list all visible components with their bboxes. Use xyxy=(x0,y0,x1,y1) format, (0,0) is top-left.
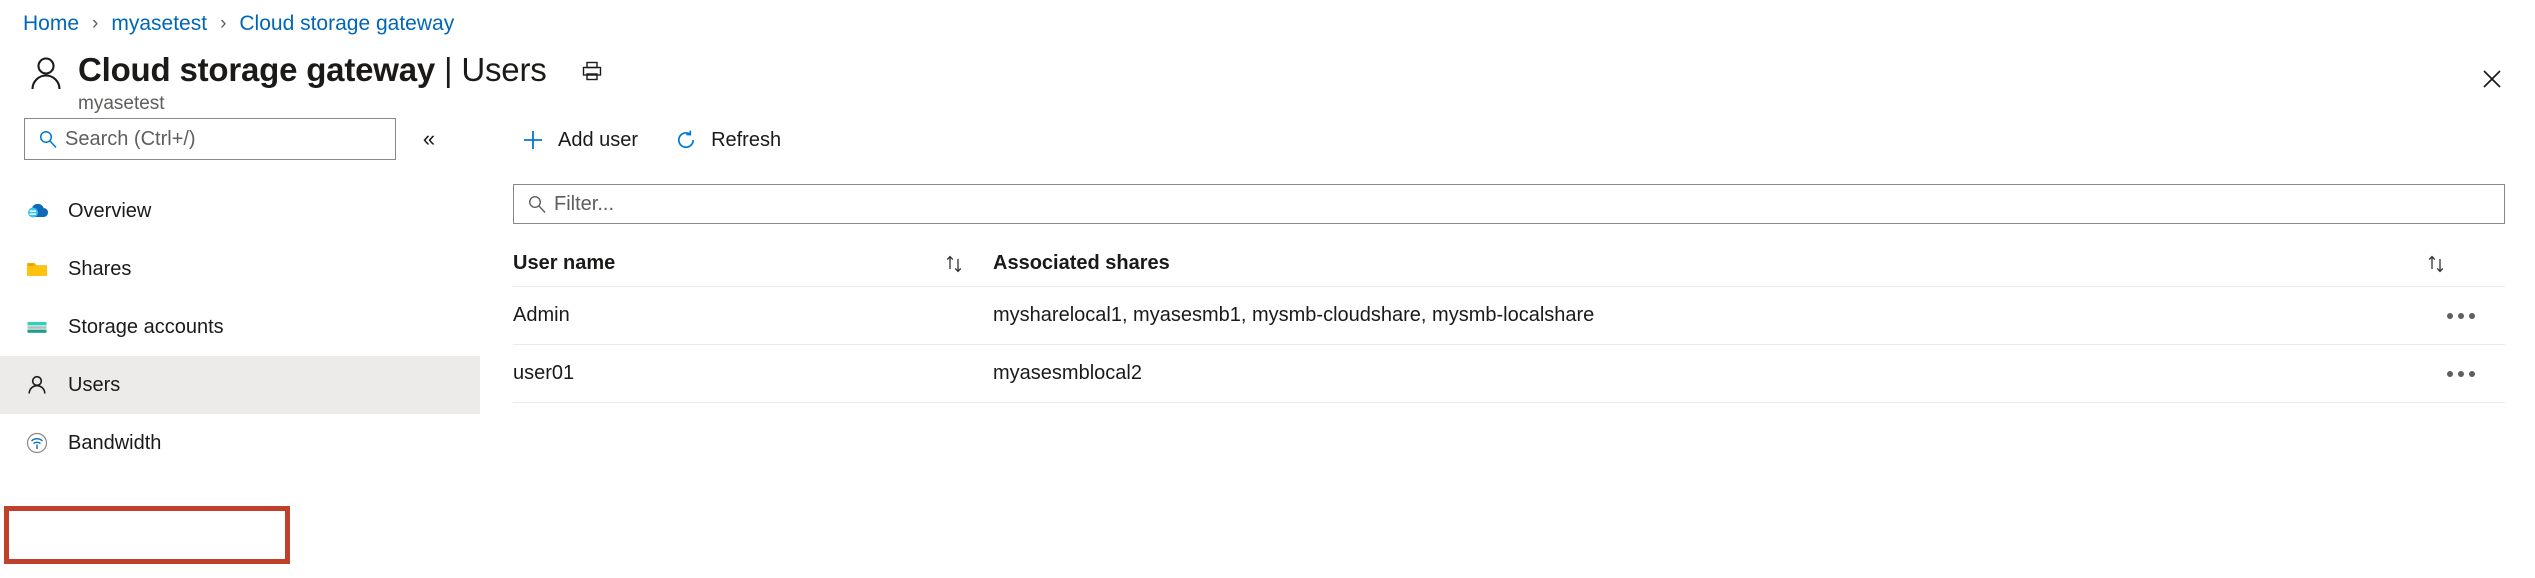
command-toolbar: Add user Refresh xyxy=(480,118,2505,162)
filter-box[interactable] xyxy=(513,184,2505,224)
table-row[interactable]: Admin mysharelocal1, myasesmb1, mysmb-cl… xyxy=(513,287,2505,345)
cell-associated-shares: mysharelocal1, myasesmb1, mysmb-cloudsha… xyxy=(993,304,2385,327)
user-name-value: Admin xyxy=(513,304,570,326)
user-avatar-icon xyxy=(18,46,74,102)
sidebar-item-shares[interactable]: Shares xyxy=(0,240,480,298)
cloud-icon xyxy=(24,198,58,224)
user-name-value: user01 xyxy=(513,362,575,384)
sidebar: « Overview xyxy=(0,106,480,578)
sidebar-item-label: Storage accounts xyxy=(68,315,224,338)
sidebar-item-storage-accounts[interactable]: Storage accounts xyxy=(0,298,480,356)
table-body: Admin mysharelocal1, myasesmb1, mysmb-cl… xyxy=(513,287,2505,403)
breadcrumb-separator-icon: › xyxy=(92,13,99,34)
column-header-label: Associated shares xyxy=(993,252,1170,274)
bandwidth-icon xyxy=(24,430,58,456)
breadcrumb-item-myasetest[interactable]: myasetest xyxy=(111,12,207,36)
page-title-section: Users xyxy=(461,51,547,88)
page-title: Cloud storage gateway | Users xyxy=(78,50,547,90)
cell-user-name: Admin xyxy=(513,304,993,327)
sidebar-item-label: Shares xyxy=(68,257,132,280)
sidebar-nav: Overview Shares Storage accounts Users B… xyxy=(0,182,480,472)
associated-shares-value: mysharelocal1, myasesmb1, mysmb-cloudsha… xyxy=(993,304,1595,326)
sidebar-item-users[interactable]: Users xyxy=(0,356,480,414)
storage-account-icon xyxy=(24,314,58,340)
sidebar-item-bandwidth[interactable]: Bandwidth xyxy=(0,414,480,472)
sidebar-search-row: « xyxy=(0,118,480,160)
breadcrumb-separator-icon: › xyxy=(220,13,227,34)
user-icon xyxy=(24,372,58,398)
sidebar-item-label: Bandwidth xyxy=(68,431,162,454)
breadcrumb: Home › myasetest › Cloud storage gateway xyxy=(0,0,2535,48)
column-header-label: User name xyxy=(513,252,616,274)
page-header: Cloud storage gateway | Users myasetest xyxy=(0,46,2535,114)
main-content: Add user Refresh Filter... User name Ass… xyxy=(480,106,2535,578)
folder-icon xyxy=(24,256,58,282)
sort-arrows-icon[interactable] xyxy=(943,253,993,275)
refresh-button[interactable]: Refresh xyxy=(666,119,787,161)
page-title-resource: Cloud storage gateway xyxy=(78,51,436,88)
collapse-sidebar-icon[interactable]: « xyxy=(414,124,444,154)
search-icon xyxy=(35,129,61,149)
cell-user-name: user01 xyxy=(513,362,993,385)
column-header-user-name[interactable]: User name xyxy=(513,252,993,275)
table-header: User name Associated shares xyxy=(513,241,2505,287)
close-icon[interactable] xyxy=(2475,62,2509,96)
breadcrumb-item-home[interactable]: Home xyxy=(23,12,79,36)
row-actions[interactable] xyxy=(2385,370,2505,377)
search-box[interactable] xyxy=(24,118,396,160)
refresh-icon xyxy=(672,129,700,151)
associated-shares-value: myasesmblocal2 xyxy=(993,362,1142,384)
table-row[interactable]: user01 myasesmblocal2 xyxy=(513,345,2505,403)
cell-associated-shares: myasesmblocal2 xyxy=(993,362,2385,385)
plus-icon xyxy=(519,129,547,151)
search-input[interactable] xyxy=(61,126,387,152)
print-icon[interactable] xyxy=(577,56,607,86)
column-header-associated-shares[interactable]: Associated shares xyxy=(993,252,2385,275)
users-highlight-annotation xyxy=(4,506,290,564)
more-actions-icon[interactable] xyxy=(2447,370,2475,377)
page-body: « Overview xyxy=(0,106,2535,578)
filter-row xyxy=(480,184,2505,224)
more-actions-icon[interactable] xyxy=(2447,312,2475,319)
breadcrumb-item-cloud-storage-gateway[interactable]: Cloud storage gateway xyxy=(239,12,454,36)
add-user-button[interactable]: Add user xyxy=(513,119,644,161)
sidebar-item-label: Users xyxy=(68,373,121,396)
users-table: User name Associated shares Admin myshar… xyxy=(480,241,2505,403)
sidebar-item-overview[interactable]: Overview xyxy=(0,182,480,240)
search-icon xyxy=(524,194,550,214)
filter-input[interactable] xyxy=(550,191,2494,217)
row-actions[interactable] xyxy=(2385,312,2505,319)
add-user-label: Add user xyxy=(558,128,639,151)
refresh-label: Refresh xyxy=(711,128,782,151)
column-header-sort-actions[interactable] xyxy=(2385,253,2505,275)
table-header-row: User name Associated shares xyxy=(513,241,2505,287)
sidebar-item-label: Overview xyxy=(68,199,152,222)
sort-arrows-icon[interactable] xyxy=(2425,253,2475,275)
page-title-separator: | xyxy=(444,51,453,88)
